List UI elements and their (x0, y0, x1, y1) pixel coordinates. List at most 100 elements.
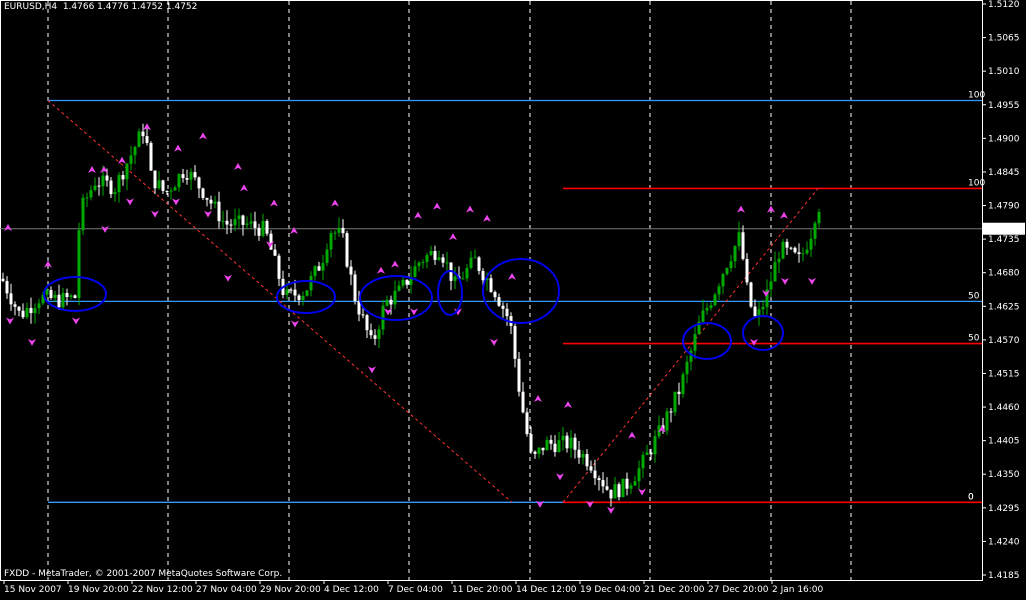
candle-body (349, 266, 353, 275)
fractal-down-arrow (410, 308, 418, 316)
candle-body (401, 279, 405, 286)
candle-body (769, 281, 773, 290)
y-tick-label: 1.4405 (988, 437, 1020, 447)
candle-body (257, 227, 261, 236)
candle-body (625, 478, 629, 489)
candle-body (245, 223, 249, 225)
candle-body (489, 278, 493, 292)
candle-body (233, 218, 237, 226)
fractal-down-arrow (750, 338, 758, 346)
candle-body (425, 255, 429, 262)
candle-body (161, 180, 165, 191)
candle-body (217, 201, 221, 222)
candle-body (429, 251, 433, 256)
fractal-up-arrow (508, 272, 516, 280)
candle-body (193, 172, 197, 178)
candle-body (681, 374, 685, 395)
candle-body (757, 309, 761, 317)
candle-body (413, 266, 417, 277)
candle-body (813, 223, 817, 239)
candle-body (745, 258, 749, 283)
candle-body (737, 232, 741, 247)
candle-body (301, 295, 305, 300)
y-tick-label: 1.4240 (988, 537, 1020, 547)
candle-body (649, 452, 653, 455)
candle-body (253, 221, 257, 228)
chart-canvas[interactable]: 15 Nov 2007 19 Nov 20:00 22 Nov 12:00 27 No… (0, 0, 1026, 600)
candle-body (17, 306, 21, 311)
fibo-red-label: 100 (968, 178, 985, 188)
candle-body (77, 230, 81, 298)
candle-body (97, 185, 101, 187)
fractal-down-arrow (224, 274, 232, 282)
y-tick-label: 1.4735 (988, 235, 1020, 245)
candle-body (393, 290, 397, 305)
candle-body (117, 175, 121, 193)
fractal-up-arrow (564, 401, 572, 409)
candle-body (713, 294, 717, 306)
x-tick-label: 27 Nov 04:00 (196, 585, 257, 595)
candle-body (589, 466, 593, 471)
candle-body (109, 180, 113, 195)
candle-body (53, 294, 57, 299)
candle-body (669, 411, 673, 413)
highlight-ellipse (482, 258, 560, 324)
candle-body (201, 188, 205, 199)
candle-body (277, 255, 281, 279)
candle-body (361, 314, 365, 316)
y-tick-label: 1.4790 (988, 202, 1020, 212)
candle-body (453, 276, 457, 281)
candle-body (565, 435, 569, 449)
candle-body (373, 335, 377, 339)
fractal-up-arrow (270, 199, 278, 207)
fractal-down-arrow (72, 317, 80, 325)
candle-body (13, 304, 17, 307)
current-price-label: 1.4752 (988, 225, 1020, 235)
candle-body (317, 266, 321, 271)
fractal-up-arrow (331, 199, 339, 207)
candle-body (369, 330, 373, 336)
candle-body (145, 136, 149, 143)
fractal-down-arrow (781, 277, 789, 285)
candle-body (101, 175, 105, 187)
candle-body (25, 308, 29, 318)
candle-body (817, 212, 821, 224)
y-tick-label: 1.4680 (988, 269, 1020, 279)
candle-body (241, 215, 245, 225)
candle-body (377, 329, 381, 339)
candle-body (237, 215, 241, 219)
candle-body (137, 131, 141, 148)
candle-body (545, 439, 549, 451)
fractal-up-arrow (118, 156, 126, 164)
highlight-ellipse (276, 280, 336, 314)
chart-window[interactable]: 15 Nov 2007 19 Nov 20:00 22 Nov 12:00 27 No… (0, 0, 1026, 600)
y-tick-label: 1.4460 (988, 403, 1020, 413)
candle-body (505, 308, 509, 317)
copyright-text: FXDD - MetaTrader, © 2001-2007 MetaQuote… (4, 569, 283, 579)
candle-body (133, 147, 137, 156)
candle-body (517, 358, 521, 392)
fractal-up-arrow (240, 184, 248, 192)
candle-body (569, 437, 573, 449)
candle-body (613, 484, 617, 499)
candle-body (581, 454, 585, 458)
candle-body (421, 261, 425, 263)
candle-body (165, 190, 169, 192)
candle-body (225, 220, 229, 225)
candle-body (113, 192, 117, 195)
x-tick-label: 27 Dec 20:00 (708, 585, 769, 595)
candle-body (197, 177, 201, 189)
fractal-up-arrow (449, 233, 457, 241)
candle-body (69, 295, 73, 298)
candle-body (521, 391, 525, 413)
fibo-red-label: 0 (968, 492, 974, 502)
candle-body (461, 278, 465, 280)
candle-body (49, 289, 53, 299)
candle-body (501, 305, 505, 309)
candle-body (633, 481, 637, 486)
candle-body (45, 289, 49, 295)
fractal-down-arrow (368, 366, 376, 374)
fractal-up-arrow (466, 205, 474, 213)
candle-body (249, 221, 253, 224)
candle-body (809, 238, 813, 250)
